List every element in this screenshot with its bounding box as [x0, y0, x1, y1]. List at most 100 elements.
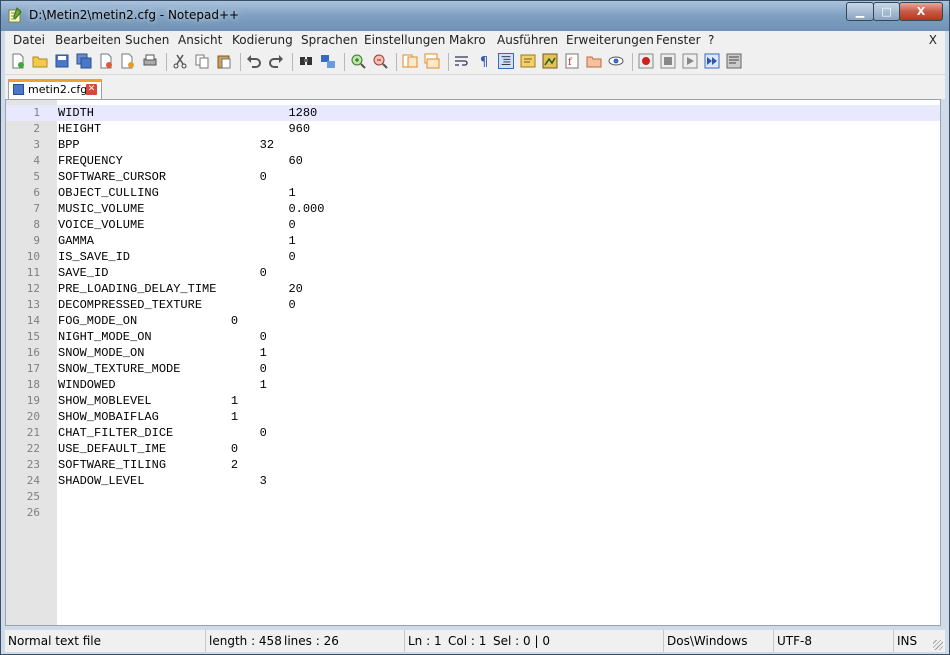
editor-line[interactable]: 3 BPP 32 [6, 137, 940, 153]
editor-line[interactable]: 15 NIGHT_MODE_ON 0 [6, 329, 940, 345]
editor-line[interactable]: 13 DECOMPRESSED_TEXTURE 0 [6, 297, 940, 313]
minimize-button[interactable]: ▁ [846, 2, 874, 21]
find-icon[interactable] [298, 53, 314, 69]
editor-line[interactable]: 22 USE_DEFAULT_IME 0 [6, 441, 940, 457]
editor-line[interactable]: 21 CHAT_FILTER_DICE 0 [6, 425, 940, 441]
editor-line[interactable]: 25 [6, 489, 940, 505]
doc-map-icon[interactable] [542, 53, 558, 69]
editor-line[interactable]: 14 FOG_MODE_ON 0 [6, 313, 940, 329]
line-text[interactable]: IS_SAVE_ID 0 [58, 249, 296, 265]
line-text[interactable]: PRE_LOADING_DELAY_TIME 20 [58, 281, 303, 297]
menu-ausfuehren[interactable]: Ausführen [497, 33, 558, 47]
menu-einstellungen[interactable]: Einstellungen [364, 33, 445, 47]
close-document-button[interactable]: X [929, 33, 937, 47]
text-editor[interactable]: 1 WIDTH 1280 2 HEIGHT 960 3 BPP 32 4 FREQUENCY … [5, 99, 941, 626]
menu-kodierung[interactable]: Kodierung [232, 33, 293, 47]
editor-line[interactable]: 24 SHADOW_LEVEL 3 [6, 473, 940, 489]
title-bar[interactable]: D:\Metin2\metin2.cfg - Notepad++ ▁ □ X [1, 1, 949, 31]
menu-ansicht[interactable]: Ansicht [178, 33, 222, 47]
line-text[interactable]: WIDTH 1280 [58, 105, 317, 121]
line-text[interactable]: SAVE_ID 0 [58, 265, 267, 281]
editor-line[interactable]: 26 [6, 505, 940, 521]
line-text[interactable]: SHOW_MOBAIFLAG 1 [58, 409, 238, 425]
editor-line[interactable]: 17 SNOW_TEXTURE_MODE 0 [6, 361, 940, 377]
editor-line[interactable]: 18 WINDOWED 1 [6, 377, 940, 393]
line-text[interactable]: MUSIC_VOLUME 0.000 [58, 201, 324, 217]
editor-line[interactable]: 12 PRE_LOADING_DELAY_TIME 20 [6, 281, 940, 297]
editor-line[interactable]: 19 SHOW_MOBLEVEL 1 [6, 393, 940, 409]
editor-line[interactable]: 4 FREQUENCY 60 [6, 153, 940, 169]
line-text[interactable]: SNOW_MODE_ON 1 [58, 345, 267, 361]
line-text[interactable]: SOFTWARE_TILING 2 [58, 457, 238, 473]
print-icon[interactable] [142, 53, 158, 69]
menu-fenster[interactable]: Fenster [656, 33, 701, 47]
line-text[interactable]: FOG_MODE_ON 0 [58, 313, 238, 329]
menu-suchen[interactable]: Suchen [125, 33, 169, 47]
save-macro-icon[interactable] [726, 53, 742, 69]
line-text[interactable]: DECOMPRESSED_TEXTURE 0 [58, 297, 296, 313]
run-macro-multiple-icon[interactable] [704, 53, 720, 69]
editor-line[interactable]: 16 SNOW_MODE_ON 1 [6, 345, 940, 361]
new-file-icon[interactable] [10, 53, 26, 69]
menu-makro[interactable]: Makro [449, 33, 486, 47]
sync-vertical-icon[interactable] [402, 53, 418, 69]
resize-grip[interactable] [933, 640, 943, 650]
editor-line[interactable]: 20 SHOW_MOBAIFLAG 1 [6, 409, 940, 425]
play-macro-icon[interactable] [682, 53, 698, 69]
menu-datei[interactable]: Datei [13, 33, 45, 47]
editor-line[interactable]: 6 OBJECT_CULLING 1 [6, 185, 940, 201]
line-text[interactable]: BPP 32 [58, 137, 274, 153]
cut-icon[interactable] [172, 53, 188, 69]
editor-line[interactable]: 7 MUSIC_VOLUME 0.000 [6, 201, 940, 217]
menu-bearbeiten[interactable]: Bearbeiten [55, 33, 121, 47]
close-all-icon[interactable] [120, 53, 136, 69]
editor-line[interactable]: 2 HEIGHT 960 [6, 121, 940, 137]
line-text[interactable]: GAMMA 1 [58, 233, 296, 249]
function-list-icon[interactable]: f [564, 53, 580, 69]
undo-icon[interactable] [246, 53, 262, 69]
line-text[interactable]: SNOW_TEXTURE_MODE 0 [58, 361, 267, 377]
redo-icon[interactable] [268, 53, 284, 69]
editor-line[interactable]: 9 GAMMA 1 [6, 233, 940, 249]
editor-line[interactable]: 1 WIDTH 1280 [6, 105, 940, 121]
line-text[interactable]: WINDOWED 1 [58, 377, 267, 393]
line-text[interactable]: USE_DEFAULT_IME 0 [58, 441, 238, 457]
save-all-icon[interactable] [76, 53, 92, 69]
monitor-icon[interactable] [608, 53, 624, 69]
paste-icon[interactable] [216, 53, 232, 69]
close-button[interactable]: X [899, 2, 943, 21]
indent-guide-icon[interactable] [498, 53, 514, 69]
open-file-icon[interactable] [32, 53, 48, 69]
copy-icon[interactable] [194, 53, 210, 69]
line-text[interactable]: SHADOW_LEVEL 3 [58, 473, 267, 489]
editor-line[interactable]: 10 IS_SAVE_ID 0 [6, 249, 940, 265]
show-all-chars-icon[interactable]: ¶ [476, 53, 492, 69]
maximize-button[interactable]: □ [873, 2, 900, 21]
replace-icon[interactable] [320, 53, 336, 69]
line-text[interactable]: NIGHT_MODE_ON 0 [58, 329, 267, 345]
tab-metin2-cfg[interactable]: metin2.cfg ✕ [8, 79, 102, 99]
sync-horizontal-icon[interactable] [424, 53, 440, 69]
menu-help[interactable]: ? [708, 33, 714, 47]
stop-macro-icon[interactable] [660, 53, 676, 69]
menu-sprachen[interactable]: Sprachen [301, 33, 358, 47]
tab-close-icon[interactable]: ✕ [86, 84, 97, 95]
line-text[interactable]: CHAT_FILTER_DICE 0 [58, 425, 267, 441]
line-text[interactable]: SHOW_MOBLEVEL 1 [58, 393, 238, 409]
line-text[interactable]: VOICE_VOLUME 0 [58, 217, 296, 233]
user-lang-icon[interactable] [520, 53, 536, 69]
line-text[interactable]: HEIGHT 960 [58, 121, 310, 137]
editor-line[interactable]: 23 SOFTWARE_TILING 2 [6, 457, 940, 473]
editor-line[interactable]: 5 SOFTWARE_CURSOR 0 [6, 169, 940, 185]
line-text[interactable]: OBJECT_CULLING 1 [58, 185, 296, 201]
close-icon[interactable] [98, 53, 114, 69]
zoom-out-icon[interactable] [372, 53, 388, 69]
folder-workspace-icon[interactable] [586, 53, 602, 69]
editor-line[interactable]: 8 VOICE_VOLUME 0 [6, 217, 940, 233]
menu-erweiterungen[interactable]: Erweiterungen [566, 33, 654, 47]
zoom-in-icon[interactable] [350, 53, 366, 69]
save-icon[interactable] [54, 53, 70, 69]
word-wrap-icon[interactable] [454, 53, 470, 69]
line-text[interactable]: FREQUENCY 60 [58, 153, 303, 169]
line-text[interactable]: SOFTWARE_CURSOR 0 [58, 169, 267, 185]
